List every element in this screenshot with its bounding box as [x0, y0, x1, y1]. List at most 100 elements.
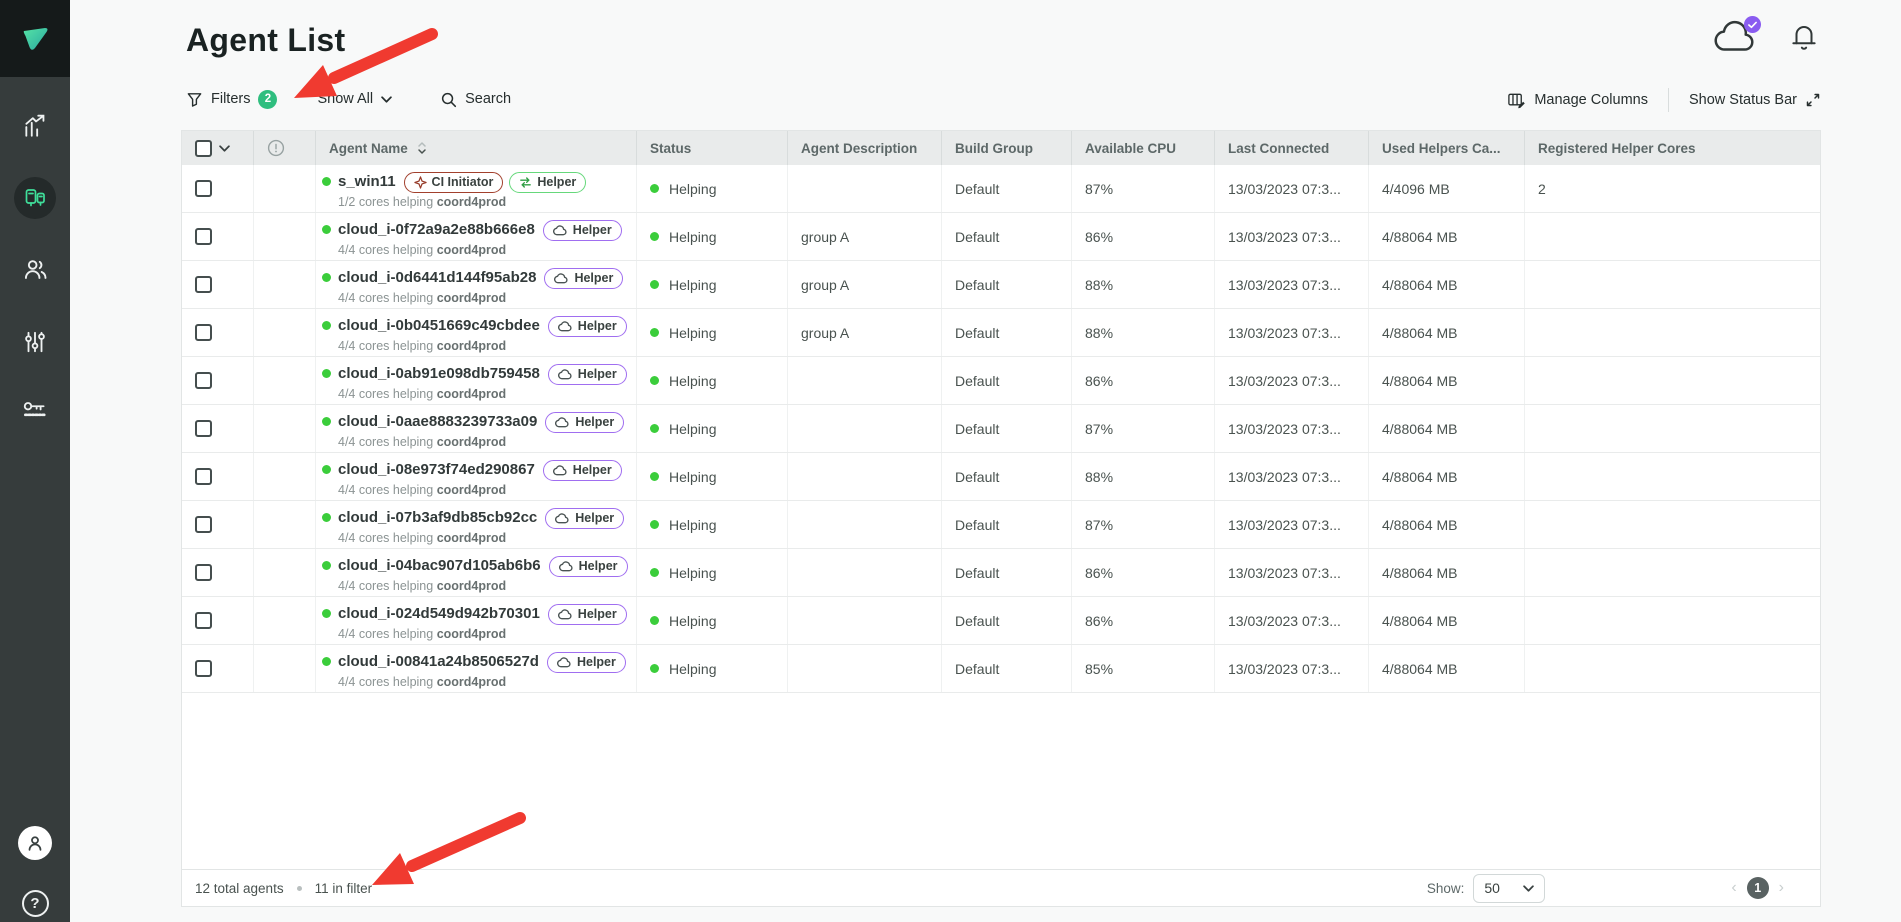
status-label: Helping [669, 661, 716, 677]
row-checkbox[interactable] [195, 180, 212, 197]
cores-helping-text: 4/4 cores helping [338, 435, 433, 449]
agent-subtext: 4/4 cores helping coord4prod [338, 675, 626, 691]
available-cpu-cell: 87% [1072, 165, 1215, 212]
coordinator-name: coord4prod [437, 339, 506, 353]
agent-subtext: 4/4 cores helping coord4prod [338, 627, 627, 643]
build-group-cell: Default [942, 453, 1072, 500]
agent-name[interactable]: cloud_i-0f72a9a2e88b666e8 [338, 221, 535, 240]
agent-name[interactable]: s_win11 [338, 173, 396, 192]
status-dot [650, 472, 659, 481]
table-header-row: Agent Name Status Agent Description Buil… [182, 131, 1820, 165]
header-last-connected[interactable]: Last Connected [1215, 131, 1369, 165]
row-checkbox[interactable] [195, 228, 212, 245]
select-all-checkbox[interactable] [195, 140, 212, 157]
agent-name-cell: cloud_i-0b0451669c49cbdee Helper 4/4 cor… [316, 309, 637, 356]
status-cell: Helping [637, 213, 788, 260]
row-select-cell [182, 453, 254, 500]
table-row: cloud_i-00841a24b8506527d Helper 4/4 cor… [182, 645, 1820, 693]
header-agent-description[interactable]: Agent Description [788, 131, 942, 165]
sidebar-item-license[interactable] [0, 388, 70, 432]
row-checkbox[interactable] [195, 564, 212, 581]
row-checkbox[interactable] [195, 660, 212, 677]
row-select-cell [182, 597, 254, 644]
manage-columns-button[interactable]: Manage Columns [1507, 91, 1648, 110]
sidebar-item-agents[interactable] [0, 176, 70, 220]
coordinator-name: coord4prod [437, 387, 506, 401]
row-checkbox[interactable] [195, 276, 212, 293]
agent-name[interactable]: cloud_i-00841a24b8506527d [338, 653, 539, 672]
header-build-group[interactable]: Build Group [942, 131, 1072, 165]
page-title: Agent List [186, 22, 345, 59]
show-all-dropdown[interactable]: Show All [317, 91, 392, 107]
table-row: cloud_i-0d6441d144f95ab28 Helper 4/4 cor… [182, 261, 1820, 309]
agent-name[interactable]: cloud_i-024d549d942b70301 [338, 605, 540, 624]
cloud-check-badge [1744, 16, 1761, 33]
pinwheel-icon [414, 176, 427, 189]
header-available-cpu[interactable]: Available CPU [1072, 131, 1215, 165]
filter-funnel-icon [186, 91, 203, 108]
app-logo[interactable] [0, 0, 70, 77]
next-page-button[interactable]: › [1779, 880, 1784, 896]
row-checkbox[interactable] [195, 324, 212, 341]
badge-label: CI Initiator [432, 175, 494, 191]
row-checkbox[interactable] [195, 372, 212, 389]
agent-online-dot [322, 321, 331, 330]
sidebar-item-help[interactable]: ? [0, 881, 70, 922]
header-agent-name[interactable]: Agent Name [316, 131, 637, 165]
header-alerts[interactable] [254, 131, 316, 165]
row-checkbox[interactable] [195, 420, 212, 437]
select-menu-chevron-icon[interactable] [219, 145, 230, 152]
cores-helping-text: 4/4 cores helping [338, 339, 433, 353]
agent-name[interactable]: cloud_i-0ab91e098db759458 [338, 365, 540, 384]
sidebar-item-profile[interactable] [0, 821, 70, 865]
header-status[interactable]: Status [637, 131, 788, 165]
agent-subtext: 4/4 cores helping coord4prod [338, 243, 622, 259]
filters-button[interactable]: Filters 2 [186, 90, 277, 109]
agent-subtext: 4/4 cores helping coord4prod [338, 579, 628, 595]
search-icon [440, 91, 457, 108]
search-control[interactable]: Search [440, 91, 511, 108]
status-cell: Helping [637, 501, 788, 548]
status-label: Helping [669, 613, 716, 629]
agent-online-dot [322, 657, 331, 666]
users-icon [22, 256, 49, 283]
sidebar-item-users[interactable] [0, 247, 70, 291]
agent-subtext: 1/2 cores helping coord4prod [338, 195, 586, 211]
agent-name[interactable]: cloud_i-0b0451669c49cbdee [338, 317, 540, 336]
sort-icon[interactable] [417, 141, 427, 155]
badge-list: Helper [548, 604, 627, 625]
current-page-indicator[interactable]: 1 [1747, 877, 1769, 899]
header-select-all[interactable] [182, 131, 254, 165]
show-status-bar-button[interactable]: Show Status Bar [1689, 92, 1821, 108]
last-connected-cell: 13/03/2023 07:3... [1215, 453, 1369, 500]
agent-name[interactable]: cloud_i-07b3af9db85cb92cc [338, 509, 537, 528]
header-used-helpers[interactable]: Used Helpers Ca... [1369, 131, 1525, 165]
badge-list: CI InitiatorHelper [404, 172, 587, 193]
agent-name[interactable]: cloud_i-0d6441d144f95ab28 [338, 269, 536, 288]
agent-name[interactable]: cloud_i-08e973f74ed290867 [338, 461, 535, 480]
row-select-cell [182, 213, 254, 260]
cloud-status-button[interactable] [1713, 20, 1759, 56]
last-connected-cell: 13/03/2023 07:3... [1215, 645, 1369, 692]
badge-helper-cloud: Helper [545, 508, 624, 529]
separator-dot [297, 886, 302, 891]
row-checkbox[interactable] [195, 468, 212, 485]
sidebar-item-settings[interactable] [0, 320, 70, 364]
agent-online-dot [322, 417, 331, 426]
status-cell: Helping [637, 549, 788, 596]
status-dot [650, 616, 659, 625]
agent-name[interactable]: cloud_i-04bac907d105ab6b6 [338, 557, 541, 576]
header-registered-helper-cores[interactable]: Registered Helper Cores [1525, 131, 1820, 165]
available-cpu-cell: 86% [1072, 549, 1215, 596]
prev-page-button[interactable]: ‹ [1731, 880, 1736, 896]
row-checkbox[interactable] [195, 612, 212, 629]
agent-name[interactable]: cloud_i-0aae8883239733a09 [338, 413, 537, 432]
used-helpers-cell: 4/88064 MB [1369, 309, 1525, 356]
row-alert-cell [254, 261, 316, 308]
row-checkbox[interactable] [195, 516, 212, 533]
notifications-bell-icon[interactable] [1789, 20, 1819, 54]
sidebar-item-dashboard[interactable] [0, 104, 70, 148]
row-select-cell [182, 261, 254, 308]
cloud-icon [555, 513, 570, 524]
page-size-select[interactable]: 50 [1473, 874, 1545, 903]
